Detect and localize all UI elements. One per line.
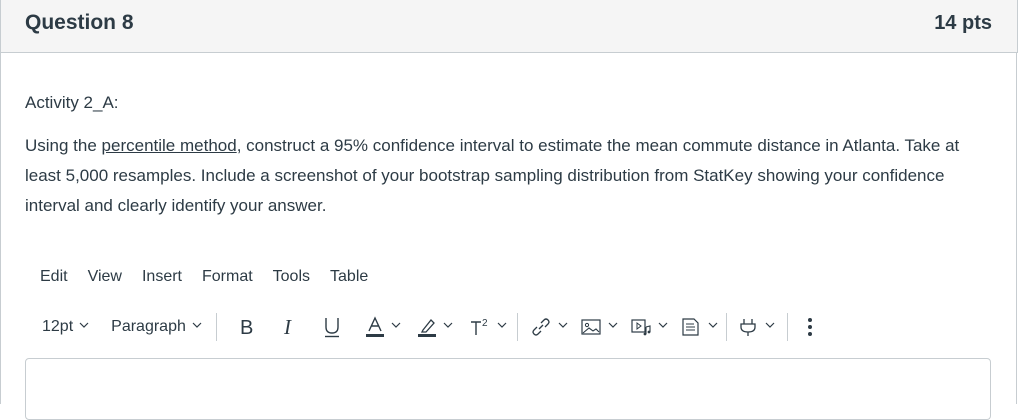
link-icon[interactable] <box>530 317 568 337</box>
toolbar-separator <box>786 313 788 341</box>
superscript-icon[interactable]: 2 <box>469 317 507 337</box>
toolbar-separator <box>725 313 727 341</box>
document-icon[interactable] <box>680 317 718 337</box>
question-points: 14 pts <box>934 12 992 34</box>
chevron-down-icon <box>443 321 453 329</box>
menu-view[interactable]: View <box>88 268 122 286</box>
font-size-dropdown[interactable]: 12pt <box>42 318 89 336</box>
menu-insert[interactable]: Insert <box>142 268 182 286</box>
block-format-value: Paragraph <box>111 318 186 335</box>
svg-text:B: B <box>240 317 253 337</box>
svg-text:2: 2 <box>482 318 488 329</box>
question-title: Question 8 <box>25 11 134 34</box>
question-header: Question 8 14 pts <box>0 0 1018 53</box>
activity-label: Activity 2_A: <box>25 93 119 112</box>
menu-tools[interactable]: Tools <box>273 268 310 286</box>
chevron-down-icon <box>608 321 618 329</box>
chevron-down-icon <box>79 321 89 329</box>
plugin-icon[interactable] <box>737 317 775 337</box>
image-icon[interactable] <box>580 317 618 337</box>
media-icon[interactable] <box>630 317 668 337</box>
svg-text:I: I <box>283 317 292 337</box>
chevron-down-icon <box>192 321 202 329</box>
toolbar-separator <box>215 313 217 341</box>
question-text: Using the percentile method, construct a… <box>25 131 985 221</box>
chevron-down-icon <box>765 321 775 329</box>
question-text-start: Using the <box>25 136 102 155</box>
percentile-method-link[interactable]: percentile method <box>102 136 237 155</box>
underline-icon[interactable] <box>323 316 341 338</box>
menu-format[interactable]: Format <box>202 268 253 286</box>
italic-icon[interactable]: I <box>283 317 297 337</box>
editor-toolbar: 12pt Paragraph B I 2 <box>30 310 814 344</box>
rich-text-editor-area[interactable] <box>25 358 991 420</box>
left-border <box>0 53 1 404</box>
question-body: Activity 2_A: Using the percentile metho… <box>25 93 985 221</box>
font-size-value: 12pt <box>42 318 74 335</box>
chevron-down-icon <box>391 321 401 329</box>
chevron-down-icon <box>497 321 507 329</box>
menu-table[interactable]: Table <box>330 268 368 286</box>
block-format-dropdown[interactable]: Paragraph <box>111 318 202 336</box>
text-color-icon[interactable] <box>365 316 401 338</box>
more-icon[interactable] <box>806 316 814 338</box>
menu-edit[interactable]: Edit <box>40 268 68 286</box>
chevron-down-icon <box>658 321 668 329</box>
toolbar-separator <box>516 313 518 341</box>
chevron-down-icon <box>558 321 568 329</box>
right-border <box>1016 53 1017 404</box>
bold-icon[interactable]: B <box>239 317 257 337</box>
chevron-down-icon <box>708 321 718 329</box>
highlight-icon[interactable] <box>417 316 453 338</box>
editor-menubar: Edit View Insert Format Tools Table <box>40 268 388 286</box>
